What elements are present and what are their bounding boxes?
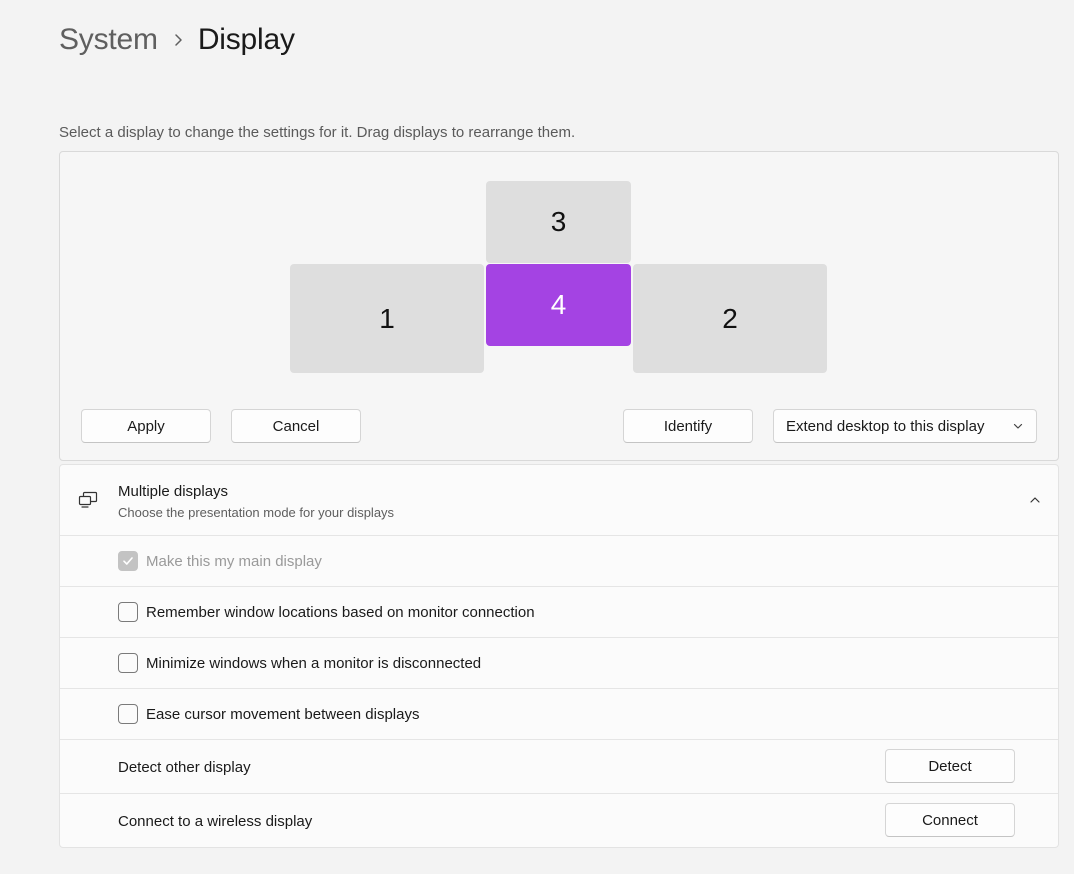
wireless-display-row: Connect to a wireless display Connect	[60, 793, 1058, 847]
cancel-button[interactable]: Cancel	[231, 409, 361, 443]
breadcrumb: System Display	[59, 18, 295, 62]
display-arrangement-panel: 3 1 4 2 Apply Cancel Identify Extend des…	[59, 151, 1059, 461]
breadcrumb-system-link[interactable]: System	[59, 23, 158, 57]
ease-cursor-checkbox[interactable]	[118, 704, 138, 724]
connect-button[interactable]: Connect	[885, 803, 1015, 837]
identify-button[interactable]: Identify	[623, 409, 753, 443]
main-display-label: Make this my main display	[146, 553, 322, 570]
monitor-number: 4	[550, 289, 567, 320]
option-minimize-windows-row: Minimize windows when a monitor is disco…	[60, 637, 1058, 688]
main-display-checkbox[interactable]	[118, 551, 138, 571]
monitor-1[interactable]: 1	[290, 264, 484, 373]
chevron-down-icon	[1012, 419, 1024, 431]
display-mode-dropdown[interactable]: Extend desktop to this display	[773, 409, 1037, 443]
monitor-3[interactable]: 3	[486, 181, 631, 263]
multiple-displays-header[interactable]: Multiple displays Choose the presentatio…	[60, 465, 1058, 535]
chevron-right-icon	[158, 33, 198, 47]
ease-cursor-label: Ease cursor movement between displays	[146, 706, 420, 723]
minimize-windows-label: Minimize windows when a monitor is disco…	[146, 655, 482, 672]
multiple-displays-panel: Multiple displays Choose the presentatio…	[59, 464, 1059, 848]
apply-button[interactable]: Apply	[81, 409, 211, 443]
monitor-number: 2	[722, 302, 738, 334]
remember-locations-label: Remember window locations based on monit…	[146, 604, 535, 621]
multiple-displays-subtitle: Choose the presentation mode for your di…	[118, 505, 395, 520]
detect-display-label: Detect other display	[118, 759, 251, 776]
page-title: Display	[197, 23, 295, 56]
monitor-number: 3	[550, 206, 567, 237]
remember-locations-checkbox[interactable]	[118, 602, 138, 622]
monitor-number: 1	[379, 302, 395, 334]
option-remember-locations-row: Remember window locations based on monit…	[60, 586, 1058, 637]
detect-display-row: Detect other display Detect	[60, 739, 1058, 793]
display-mode-value: Extend desktop to this display	[786, 417, 985, 435]
detect-button[interactable]: Detect	[885, 749, 1015, 783]
monitor-2[interactable]: 2	[633, 264, 827, 373]
multiple-displays-title: Multiple displays	[118, 483, 229, 500]
wireless-display-label: Connect to a wireless display	[118, 813, 313, 830]
multiple-displays-icon	[78, 491, 98, 509]
minimize-windows-checkbox[interactable]	[118, 653, 138, 673]
arrangement-instructions: Select a display to change the settings …	[59, 124, 576, 141]
option-ease-cursor-row: Ease cursor movement between displays	[60, 688, 1058, 739]
chevron-up-icon[interactable]	[1028, 493, 1042, 507]
monitor-4[interactable]: 4	[486, 264, 631, 346]
option-main-display-row: Make this my main display	[60, 535, 1058, 586]
